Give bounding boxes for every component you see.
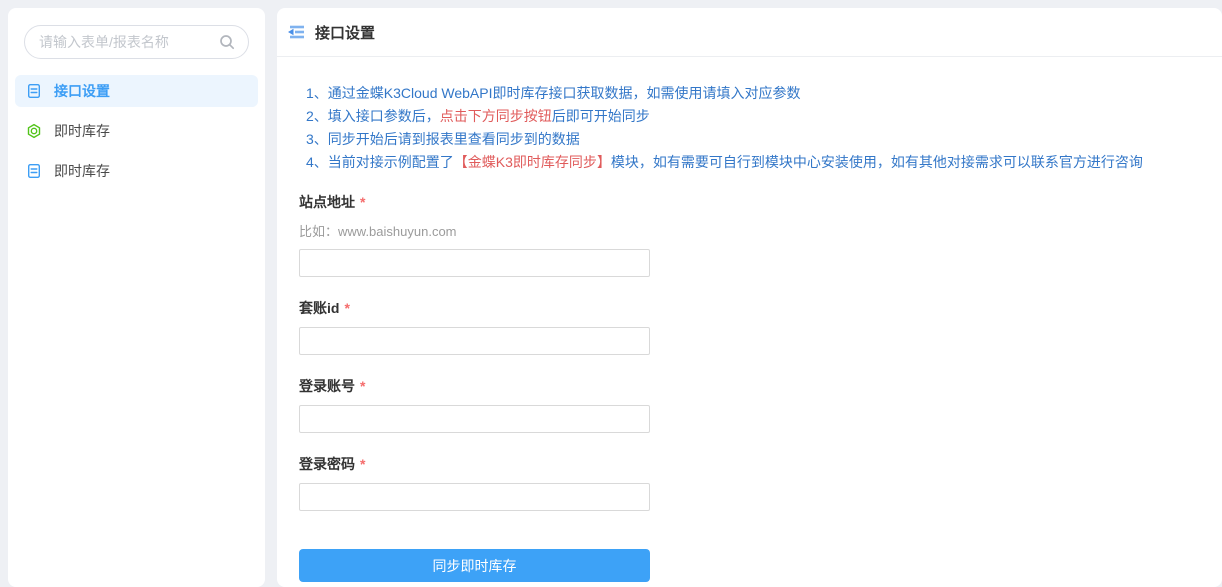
instructions: 1、通过金蝶K3Cloud WebAPI即时库存接口获取数据，如需使用请填入对应… [306,82,1198,174]
required-asterisk: * [360,378,365,394]
instruction-line-1: 1、通过金蝶K3Cloud WebAPI即时库存接口获取数据，如需使用请填入对应… [306,82,1198,105]
required-asterisk: * [360,456,365,472]
field-label-login-account: 登录账号* [299,376,1198,396]
document-icon [26,163,42,179]
sidebar-item-label: 即时库存 [54,161,110,181]
sidebar-item-realtime-stock-2[interactable]: 即时库存 [15,155,258,187]
document-icon [26,83,42,99]
hex-target-icon [26,123,42,139]
instruction-line-2: 2、填入接口参数后，点击下方同步按钮后即可开始同步 [306,105,1198,128]
site-address-input[interactable] [299,249,650,277]
instruction-highlight: 【金蝶K3即时库存同步】 [454,154,611,170]
sidebar-item-realtime-stock-1[interactable]: 即时库存 [15,115,258,147]
field-label-account-set-id: 套账id* [299,298,1198,318]
search-input[interactable] [39,34,218,50]
required-asterisk: * [360,194,365,210]
sidebar-item-label: 即时库存 [54,121,110,141]
main-header: 接口设置 [277,8,1222,57]
sync-realtime-stock-button[interactable]: 同步即时库存 [299,549,650,582]
account-set-id-input[interactable] [299,327,650,355]
instruction-line-3: 3、同步开始后请到报表里查看同步到的数据 [306,128,1198,151]
login-account-input[interactable] [299,405,650,433]
sidebar-menu: 接口设置 即时库存 即时库存 [8,71,265,199]
field-helper-site-address: 比如：www.baishuyun.com [299,221,1198,240]
field-label-login-password: 登录密码* [299,454,1198,474]
page-title: 接口设置 [315,22,375,43]
collapse-menu-icon[interactable] [286,24,306,40]
sidebar-item-label: 接口设置 [54,81,110,101]
sidebar-item-interface-settings[interactable]: 接口设置 [15,75,258,107]
instruction-highlight: 点击下方同步按钮 [440,108,552,124]
field-label-site-address: 站点地址* [299,192,1198,212]
sidebar-search-box[interactable] [24,25,249,59]
login-password-input[interactable] [299,483,650,511]
required-asterisk: * [344,300,349,316]
search-icon[interactable] [218,33,236,51]
sidebar: 接口设置 即时库存 即时库存 [8,8,265,587]
main-content: 1、通过金蝶K3Cloud WebAPI即时库存接口获取数据，如需使用请填入对应… [277,57,1222,582]
instruction-line-4: 4、当前对接示例配置了【金蝶K3即时库存同步】模块，如有需要可自行到模块中心安装… [306,151,1198,174]
main-panel: 接口设置 1、通过金蝶K3Cloud WebAPI即时库存接口获取数据，如需使用… [277,8,1222,587]
